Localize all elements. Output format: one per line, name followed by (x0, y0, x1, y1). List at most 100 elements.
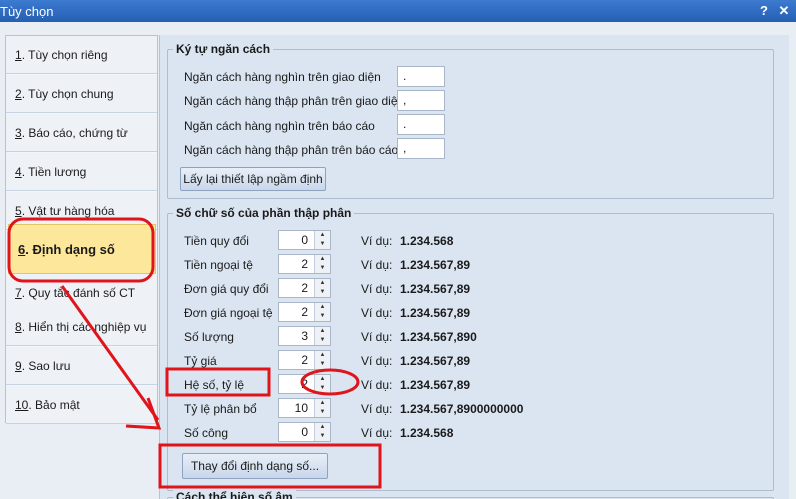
spin-up-icon[interactable]: ▲ (315, 303, 330, 312)
spin-down-icon[interactable]: ▼ (315, 384, 330, 393)
spinner-ty-gia[interactable]: 2 ▲ ▼ (278, 350, 331, 370)
spinner-arrows: ▲ ▼ (314, 303, 330, 321)
sep-label-decimal-report: Ngăn cách hàng thập phân trên báo cáo (184, 143, 399, 157)
example-label: Ví dụ: (361, 426, 393, 440)
example-label: Ví dụ: (361, 234, 393, 248)
spin-down-icon[interactable]: ▼ (315, 360, 330, 369)
separator-group-title: Ký tự ngăn cách (173, 42, 274, 56)
sidebar-item-number: 2 (15, 86, 22, 101)
spinner-arrows: ▲ ▼ (314, 399, 330, 417)
spinner-arrows: ▲ ▼ (314, 279, 330, 297)
example-label: Ví dụ: (361, 306, 393, 320)
example-value: 1.234.568 (400, 426, 454, 440)
spinner-value: 0 (301, 425, 308, 439)
spinner-tien-ngoai-te[interactable]: 2 ▲ ▼ (278, 254, 331, 274)
sep-label-decimal-ui: Ngăn cách hàng thập phân trên giao diện (184, 94, 405, 108)
sidebar-item-number: 10 (15, 397, 29, 412)
decimal-group: Số chữ số của phần thập phân (167, 206, 774, 491)
spin-up-icon[interactable]: ▲ (315, 279, 330, 288)
sidebar-item-number: 7 (15, 285, 22, 300)
decimal-separator-ui-input[interactable]: , (397, 90, 445, 111)
spinner-arrows: ▲ ▼ (314, 255, 330, 273)
sidebar-item-label: . Quy tắc đánh số CT (21, 285, 136, 300)
sidebar-item-sao-luu[interactable]: 9. Sao lưu (6, 347, 157, 385)
sidebar-item-number: 5 (15, 203, 22, 218)
example-value: 1.234.567,89 (400, 282, 471, 296)
spin-down-icon[interactable]: ▼ (315, 240, 330, 249)
sidebar-item-label: . Bảo mật (28, 397, 80, 412)
window-title: Tùy chọn (0, 3, 54, 19)
example-value: 1.234.567,89 (400, 306, 471, 320)
sidebar-item-label: . Tùy chọn riêng (21, 47, 108, 62)
sidebar-item-tuy-chon-chung[interactable]: 2. Tùy chọn chung (6, 75, 157, 113)
sidebar-item-tuy-chon-rieng[interactable]: 1. Tùy chọn riêng (6, 36, 157, 74)
spin-up-icon[interactable]: ▲ (315, 375, 330, 384)
spinner-tien-quy-doi[interactable]: 0 ▲ ▼ (278, 230, 331, 250)
spin-up-icon[interactable]: ▲ (315, 351, 330, 360)
example-value: 1.234.567,8900000000 (400, 402, 524, 416)
sidebar-item-number: 4 (15, 164, 22, 179)
spin-down-icon[interactable]: ▼ (315, 336, 330, 345)
spin-down-icon[interactable]: ▼ (315, 264, 330, 273)
sidebar-item-tien-luong[interactable]: 4. Tiền lương (6, 153, 157, 191)
sidebar-item-label: . Sao lưu (21, 358, 71, 373)
spin-up-icon[interactable]: ▲ (315, 423, 330, 432)
example-label: Ví dụ: (361, 354, 393, 368)
example-label: Ví dụ: (361, 378, 393, 392)
spinner-arrows: ▲ ▼ (314, 327, 330, 345)
example-value: 1.234.568 (400, 234, 454, 248)
spinner-don-gia-ngoai-te[interactable]: 2 ▲ ▼ (278, 302, 331, 322)
spinner-value: 2 (301, 257, 308, 271)
example-label: Ví dụ: (361, 258, 393, 272)
decimal-label-tien-ngoai-te: Tiền ngoại tệ (184, 258, 253, 272)
sidebar-item-number: 8 (15, 319, 22, 334)
spinner-so-luong[interactable]: 3 ▲ ▼ (278, 326, 331, 346)
decimal-label-ty-gia: Tỷ giá (184, 354, 217, 368)
spinner-don-gia-quy-doi[interactable]: 2 ▲ ▼ (278, 278, 331, 298)
example-value: 1.234.567,89 (400, 354, 471, 368)
sidebar-item-number: 9 (15, 358, 22, 373)
spin-up-icon[interactable]: ▲ (315, 255, 330, 264)
sidebar-item-bao-cao[interactable]: 3. Báo cáo, chứng từ (6, 114, 157, 152)
sidebar-item-dinh-dang-so[interactable]: 6. Định dạng số (8, 224, 156, 274)
options-main-panel: Ký tự ngăn cách Ngăn cách hàng nghìn trê… (159, 35, 789, 499)
example-value: 1.234.567,89 (400, 378, 471, 392)
sidebar-item-label: . Hiển thị các nghiệp vụ (21, 319, 147, 334)
spinner-value: 2 (301, 377, 308, 391)
thousand-separator-report-input[interactable]: . (397, 114, 445, 135)
spin-down-icon[interactable]: ▼ (315, 288, 330, 297)
options-sidebar: 1. Tùy chọn riêng 2. Tùy chọn chung 3. B… (5, 35, 158, 424)
example-value: 1.234.567,890 (400, 330, 477, 344)
spin-down-icon[interactable]: ▼ (315, 408, 330, 417)
spinner-so-cong[interactable]: 0 ▲ ▼ (278, 422, 331, 442)
help-icon[interactable]: ? (755, 2, 773, 20)
spin-up-icon[interactable]: ▲ (315, 231, 330, 240)
decimal-label-don-gia-ngoai-te: Đơn giá ngoại tệ (184, 306, 273, 320)
sep-label-thousand-ui: Ngăn cách hàng nghìn trên giao diện (184, 70, 381, 84)
sidebar-item-label: . Tùy chọn chung (21, 86, 114, 101)
sidebar-item-hien-thi[interactable]: 8. Hiển thị các nghiệp vụ (6, 308, 157, 346)
spinner-value: 2 (301, 281, 308, 295)
close-icon[interactable]: ✕ (775, 2, 793, 20)
thousand-separator-ui-input[interactable]: . (397, 66, 445, 87)
spin-up-icon[interactable]: ▲ (315, 399, 330, 408)
spin-up-icon[interactable]: ▲ (315, 327, 330, 336)
spin-down-icon[interactable]: ▼ (315, 312, 330, 321)
decimal-label-he-so-ty-le: Hệ số, tỷ lệ (184, 378, 245, 392)
decimal-label-so-cong: Số công (184, 426, 229, 440)
spinner-arrows: ▲ ▼ (314, 351, 330, 369)
negative-group-title: Cách thể hiện số âm (173, 490, 296, 499)
reset-defaults-button[interactable]: Lấy lại thiết lập ngầm định (180, 167, 326, 191)
decimal-label-don-gia-quy-doi: Đơn giá quy đổi (184, 282, 269, 296)
sidebar-item-number: 6 (18, 241, 26, 257)
spinner-value: 0 (301, 233, 308, 247)
sidebar-item-quy-tac[interactable]: 7. Quy tắc đánh số CT (6, 274, 157, 312)
spinner-he-so-ty-le[interactable]: 2 ▲ ▼ (278, 374, 331, 394)
sidebar-item-bao-mat[interactable]: 10. Bảo mật (6, 386, 157, 424)
decimal-label-so-luong: Số lượng (184, 330, 234, 344)
spinner-ty-le-phan-bo[interactable]: 10 ▲ ▼ (278, 398, 331, 418)
spin-down-icon[interactable]: ▼ (315, 432, 330, 441)
sidebar-item-number: 1 (15, 47, 22, 62)
change-number-format-button[interactable]: Thay đổi định dạng số... (182, 453, 328, 479)
decimal-separator-report-input[interactable]: , (397, 138, 445, 159)
